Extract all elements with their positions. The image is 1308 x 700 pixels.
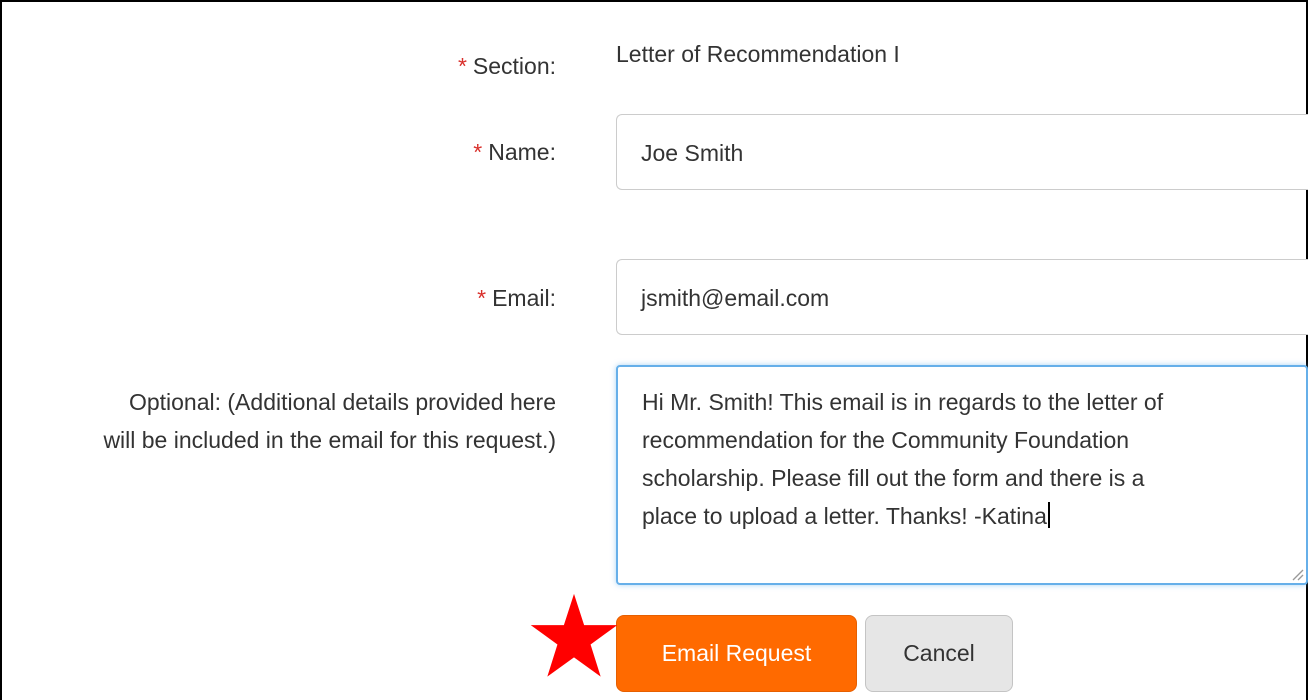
- required-marker: *: [473, 139, 483, 165]
- textarea-line: scholarship. Please fill out the form an…: [642, 465, 1145, 491]
- optional-details-textarea[interactable]: Hi Mr. Smith! This email is in regards t…: [616, 365, 1308, 585]
- cancel-button[interactable]: Cancel: [865, 615, 1013, 692]
- form-frame: [0, 0, 1308, 700]
- star-icon: [530, 593, 618, 677]
- required-marker: *: [457, 53, 467, 79]
- name-input[interactable]: Joe Smith: [616, 114, 1308, 190]
- optional-label-line-2: will be included in the email for this r…: [103, 427, 556, 453]
- section-label-text: Section:: [472, 53, 556, 79]
- textarea-line: Hi Mr. Smith! This email is in regards t…: [642, 389, 1164, 415]
- section-value: Letter of Recommendation I: [616, 41, 900, 67]
- email-request-button[interactable]: Email Request: [616, 615, 857, 692]
- email-label: * Email:: [477, 285, 556, 312]
- email-input[interactable]: jsmith@email.com: [616, 259, 1308, 335]
- name-label-text: Name:: [488, 139, 556, 165]
- section-label: * Section:: [458, 53, 556, 80]
- resize-grip-icon[interactable]: [1290, 567, 1304, 581]
- optional-label-line-1: Optional: (Additional details provided h…: [128, 389, 556, 415]
- name-label: * Name:: [473, 139, 556, 166]
- textarea-line: place to upload a letter. Thanks! -Katin…: [642, 503, 1047, 529]
- textarea-line: recommendation for the Community Foundat…: [642, 427, 1130, 453]
- text-caret: [1047, 502, 1050, 528]
- required-marker: *: [477, 285, 487, 311]
- optional-label: Optional: (Additional details provided h…: [103, 383, 556, 459]
- email-label-text: Email:: [492, 285, 556, 311]
